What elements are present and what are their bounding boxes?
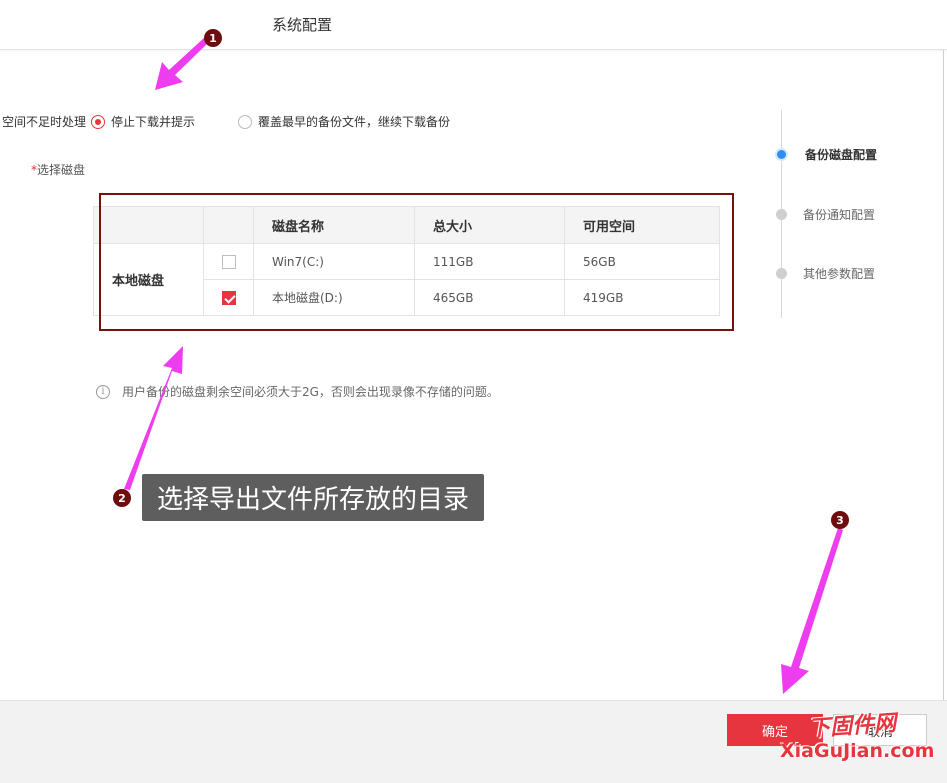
header-free-space: 可用空间	[564, 206, 720, 244]
step-label: 备份磁盘配置	[805, 148, 878, 162]
storage-note-text: 用户备份的磁盘剩余空间必须大于2G，否则会出现录像不存储的问题。	[122, 385, 499, 399]
header-checkbox-cell	[203, 206, 254, 244]
radio-overwrite-oldest[interactable]: 覆盖最早的备份文件，继续下载备份	[238, 113, 450, 130]
step-marker-1: 1	[204, 29, 222, 47]
right-divider	[943, 50, 944, 700]
disk-total-cell: 465GB	[414, 279, 565, 316]
disk-table: 磁盘名称 总大小 可用空间 本地磁盘 Win7(C:) 111GB 56GB 本…	[93, 206, 720, 316]
step-label: 备份通知配置	[803, 208, 876, 222]
select-disk-text: 选择磁盘	[37, 163, 86, 177]
step-marker-2: 2	[113, 489, 131, 507]
row-checkbox-cell	[203, 279, 254, 316]
radio-selected-icon	[91, 114, 105, 129]
disk-name-cell: Win7(C:)	[253, 243, 415, 280]
space-policy-label: 空间不足时处理	[2, 115, 87, 129]
disk-free-cell: 56GB	[564, 243, 720, 280]
table-row: 本地磁盘 Win7(C:) 111GB 56GB	[93, 243, 720, 316]
step-label: 其他参数配置	[803, 267, 876, 281]
header-group-cell	[93, 206, 204, 244]
arrow-2-icon	[124, 346, 183, 490]
instruction-callout: 选择导出文件所存放的目录	[142, 474, 484, 521]
header-total-size: 总大小	[414, 206, 565, 244]
step-dot-icon	[776, 209, 787, 220]
space-policy-row: 空间不足时处理	[0, 113, 86, 130]
step-backup-notify[interactable]: 备份通知配置	[775, 206, 875, 223]
radio-unselected-icon	[238, 114, 252, 129]
dialog-title: 系统配置	[272, 16, 333, 34]
dialog-header: 系统配置	[0, 0, 947, 50]
step-active-dot-icon	[775, 148, 788, 161]
disk-group-label: 本地磁盘	[93, 243, 204, 316]
confirm-button[interactable]: 确定	[727, 714, 823, 746]
disk-name-cell: 本地磁盘(D:)	[253, 279, 415, 316]
cancel-button[interactable]: 取消	[833, 714, 927, 746]
disk-c-checkbox[interactable]	[221, 254, 236, 269]
disk-total-cell: 111GB	[414, 243, 565, 280]
row-checkbox-cell	[203, 243, 254, 280]
step-dot-icon	[776, 268, 787, 279]
radio-stop-download-label: 停止下载并提示	[111, 115, 196, 129]
step-backup-disk[interactable]: 备份磁盘配置	[775, 146, 877, 163]
disk-d-checkbox[interactable]	[221, 290, 236, 305]
select-disk-label: *选择磁盘	[31, 161, 85, 178]
header-disk-name: 磁盘名称	[253, 206, 415, 244]
step-marker-3: 3	[831, 511, 849, 529]
radio-stop-download[interactable]: 停止下载并提示	[91, 113, 195, 130]
step-other-params[interactable]: 其他参数配置	[775, 265, 875, 282]
table-header-row: 磁盘名称 总大小 可用空间	[93, 206, 720, 244]
arrow-3-icon	[781, 528, 843, 694]
disk-free-cell: 419GB	[564, 279, 720, 316]
storage-note: i 用户备份的磁盘剩余空间必须大于2G，否则会出现录像不存储的问题。	[96, 383, 499, 400]
info-icon: i	[96, 384, 110, 399]
radio-overwrite-oldest-label: 覆盖最早的备份文件，继续下载备份	[258, 115, 451, 129]
step-navigation: 备份磁盘配置 备份通知配置 其他参数配置	[775, 110, 925, 318]
